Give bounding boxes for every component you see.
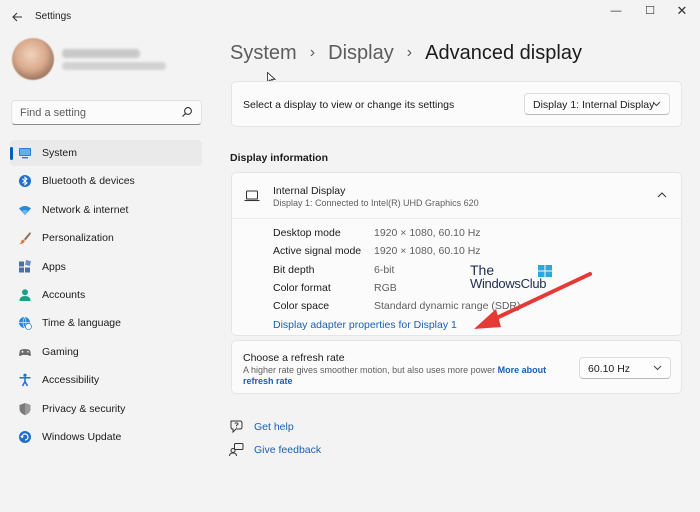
get-help-label: Get help	[254, 421, 294, 433]
brush-icon	[19, 232, 31, 245]
refresh-rate-dropdown[interactable]: 60.10 Hz	[579, 357, 671, 379]
sidebar-item-label: Accounts	[42, 289, 86, 301]
info-row-bit-depth: Bit depth 6-bit	[273, 264, 653, 280]
profile-name-blurred	[62, 49, 140, 58]
app-title: Settings	[35, 11, 72, 22]
sidebar-item-bluetooth[interactable]: Bluetooth & devices	[10, 168, 202, 194]
sidebar-item-time-language[interactable]: Time & language	[10, 310, 202, 336]
back-button[interactable]	[8, 8, 26, 26]
breadcrumb-separator: ›	[406, 44, 413, 61]
avatar[interactable]	[12, 38, 54, 80]
apps-icon	[19, 260, 31, 273]
info-key: Desktop mode	[273, 227, 341, 239]
info-row-color-format: Color format RGB	[273, 282, 653, 298]
sidebar-item-gaming[interactable]: Gaming	[10, 339, 202, 365]
watermark-line2: WindowsClub	[470, 276, 547, 291]
title-bar: Settings — ☐ ✕	[0, 0, 700, 34]
info-key: Bit depth	[273, 264, 315, 276]
info-key: Color format	[273, 282, 331, 294]
info-key: Active signal mode	[273, 245, 362, 257]
close-button[interactable]: ✕	[668, 3, 696, 19]
display-info-title: Internal Display	[273, 185, 346, 197]
sidebar-item-personalization[interactable]: Personalization	[10, 225, 202, 251]
minimize-button[interactable]: —	[602, 3, 630, 19]
info-value: 1920 × 1080, 60.10 Hz	[374, 245, 481, 257]
selected-indicator	[10, 147, 13, 160]
profile-email-blurred	[62, 62, 166, 70]
info-row-color-space: Color space Standard dynamic range (SDR)	[273, 300, 653, 316]
bluetooth-icon	[19, 175, 31, 187]
info-value: 6-bit	[374, 264, 395, 276]
update-icon	[19, 431, 31, 443]
help-chat-icon	[230, 420, 243, 434]
sidebar-item-label: Network & internet	[42, 204, 129, 216]
globe-clock-icon	[19, 316, 32, 330]
chevron-down-icon	[653, 365, 662, 371]
info-row-desktop-mode: Desktop mode 1920 × 1080, 60.10 Hz	[273, 227, 653, 243]
maximize-button[interactable]: ☐	[636, 3, 664, 19]
watermark: The WindowsClub	[470, 262, 560, 292]
sidebar-item-label: Personalization	[42, 232, 114, 244]
chevron-up-icon[interactable]	[657, 191, 667, 198]
sidebar-item-system[interactable]: System	[10, 140, 202, 166]
sidebar-item-label: Accessibility	[42, 374, 100, 386]
sidebar-item-label: Privacy & security	[42, 403, 126, 415]
sidebar-item-network[interactable]: Network & internet	[10, 197, 202, 223]
sidebar-item-label: Gaming	[42, 346, 79, 358]
wifi-icon	[19, 206, 31, 215]
info-value: 1920 × 1080, 60.10 Hz	[374, 227, 481, 239]
sidebar-item-accounts[interactable]: Accounts	[10, 282, 202, 308]
display-dropdown[interactable]: Display 1: Internal Display	[524, 93, 670, 115]
sidebar-item-privacy[interactable]: Privacy & security	[10, 396, 202, 422]
display-dropdown-value: Display 1: Internal Display	[533, 99, 655, 111]
back-arrow-icon	[12, 12, 22, 22]
give-feedback-label: Give feedback	[254, 444, 322, 456]
sidebar-item-apps[interactable]: Apps	[10, 254, 202, 280]
chevron-down-icon	[652, 101, 661, 107]
section-title: Display information	[230, 152, 329, 164]
search-icon[interactable]	[181, 106, 193, 118]
sidebar-item-label: Apps	[42, 261, 66, 273]
person-icon	[19, 289, 31, 301]
display-info-header[interactable]: Internal Display Display 1: Connected to…	[232, 173, 681, 219]
sidebar-item-label: Time & language	[42, 317, 121, 329]
shield-icon	[19, 403, 31, 416]
refresh-rate-description-text: A higher rate gives smoother motion, but…	[243, 365, 496, 375]
refresh-rate-dropdown-value: 60.10 Hz	[588, 363, 631, 375]
info-row-active-signal-mode: Active signal mode 1920 × 1080, 60.10 Hz	[273, 245, 653, 261]
display-adapter-properties-link[interactable]: Display adapter properties for Display 1	[273, 319, 457, 331]
laptop-icon	[244, 190, 260, 202]
refresh-rate-card: Choose a refresh rate A higher rate give…	[231, 340, 682, 394]
sidebar-item-label: Bluetooth & devices	[42, 175, 135, 187]
info-value: RGB	[374, 282, 397, 294]
display-select-card: Select a display to view or change its s…	[231, 81, 682, 127]
breadcrumb: System › Display › Advanced display	[230, 42, 582, 68]
sidebar-item-windows-update[interactable]: Windows Update	[10, 424, 202, 450]
search-box[interactable]	[11, 100, 202, 125]
info-key: Color space	[273, 300, 330, 312]
page-title: Advanced display	[425, 42, 582, 64]
breadcrumb-display[interactable]: Display	[328, 42, 394, 64]
settings-window: Settings — ☐ ✕ System	[0, 0, 700, 512]
breadcrumb-separator: ›	[309, 44, 316, 61]
info-value: Standard dynamic range (SDR)	[374, 300, 521, 312]
refresh-rate-title: Choose a refresh rate	[243, 352, 345, 364]
gamepad-icon	[19, 349, 31, 356]
system-icon	[19, 148, 31, 159]
sidebar-item-label: System	[42, 147, 78, 159]
sidebar-item-accessibility[interactable]: Accessibility	[10, 367, 202, 393]
breadcrumb-system[interactable]: System	[230, 42, 297, 64]
watermark-logo-icon	[538, 265, 552, 277]
display-info-subtitle: Display 1: Connected to Intel(R) UHD Gra…	[273, 198, 479, 208]
sidebar-item-label: Windows Update	[42, 431, 122, 443]
refresh-rate-description: A higher rate gives smoother motion, but…	[243, 365, 563, 387]
search-input[interactable]	[20, 105, 180, 121]
feedback-icon	[229, 443, 244, 457]
accessibility-icon	[19, 373, 31, 387]
display-select-label: Select a display to view or change its s…	[243, 99, 455, 111]
display-info-card: Internal Display Display 1: Connected to…	[231, 172, 682, 336]
